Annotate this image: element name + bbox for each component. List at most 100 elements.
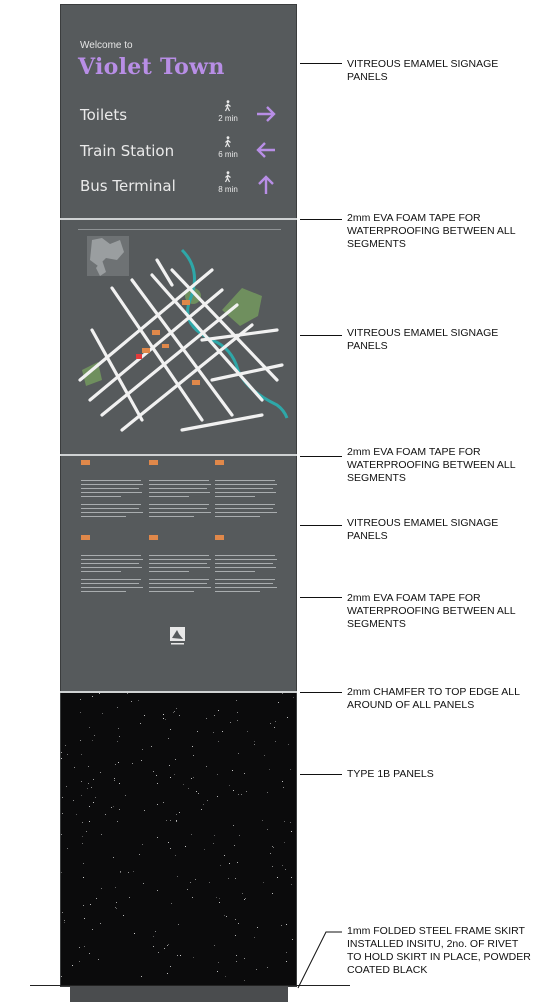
granite-speck — [139, 854, 140, 855]
granite-speck — [193, 777, 194, 778]
granite-speck — [83, 863, 84, 864]
granite-speck — [229, 863, 230, 864]
granite-speck — [234, 845, 235, 846]
granite-speck — [281, 925, 282, 926]
granite-speck — [101, 834, 102, 835]
granite-speck — [256, 969, 257, 970]
granite-speck — [170, 848, 171, 849]
notice-text-line — [149, 587, 211, 588]
granite-speck — [214, 945, 215, 946]
notice-text-line — [149, 591, 194, 592]
granite-speck — [86, 831, 87, 832]
town-name: Violet Town — [78, 54, 225, 80]
granite-speck — [133, 871, 134, 872]
notice-text-line — [215, 508, 273, 509]
granite-speck — [201, 809, 202, 810]
granite-speck — [246, 791, 247, 792]
panel-joint — [60, 218, 297, 220]
granite-speck — [225, 976, 226, 977]
granite-speck — [270, 853, 271, 854]
granite-speck — [88, 766, 89, 767]
granite-speck — [235, 919, 236, 920]
granite-speck — [113, 857, 114, 858]
walking-person-icon — [224, 171, 231, 183]
granite-speck — [257, 927, 258, 928]
notice-tag — [215, 535, 224, 540]
granite-speck — [79, 961, 80, 962]
notice-text-line — [149, 579, 209, 580]
destination-name: Toilets — [80, 106, 128, 124]
granite-speck — [170, 729, 171, 730]
granite-speck — [61, 872, 62, 873]
granite-speck — [219, 898, 220, 899]
steel-skirt — [70, 985, 288, 1002]
granite-speck — [187, 889, 188, 890]
granite-speck — [116, 902, 117, 903]
granite-speck — [116, 908, 117, 909]
granite-speck — [185, 846, 186, 847]
notice-text-line — [81, 555, 141, 556]
walk-time: 8 min — [218, 185, 238, 194]
granite-speck — [101, 888, 102, 889]
granite-speck — [244, 980, 245, 981]
notice-block — [149, 535, 219, 592]
granite-speck — [188, 788, 189, 789]
notice-text-line — [149, 488, 207, 489]
granite-speck — [236, 955, 237, 956]
granite-speck — [129, 897, 130, 898]
granite-speck — [88, 783, 89, 784]
granite-speck — [113, 806, 114, 807]
granite-speck — [291, 877, 292, 878]
granite-speck — [67, 754, 68, 755]
notice-text-line — [81, 480, 141, 481]
annotation-enamel-panels: VITREOUS EMAMEL SIGNAGE PANELS — [347, 327, 499, 352]
granite-speck — [170, 966, 171, 967]
notice-text-line — [215, 563, 273, 564]
granite-speck — [134, 933, 135, 934]
granite-speck — [229, 785, 230, 786]
granite-speck — [157, 804, 158, 805]
granite-speck — [90, 904, 91, 905]
granite-speck — [233, 790, 234, 791]
granite-speck — [91, 787, 92, 788]
granite-speck — [236, 961, 237, 962]
granite-speck — [175, 855, 176, 856]
notice-text-line — [215, 555, 275, 556]
granite-speck — [275, 721, 276, 722]
walk-time: 2 min — [218, 114, 238, 123]
granite-speck — [142, 749, 143, 750]
granite-speck — [115, 764, 116, 765]
granite-speck — [132, 763, 133, 764]
notice-text-line — [149, 496, 189, 497]
granite-speck — [171, 903, 172, 904]
notice-text-line — [215, 480, 275, 481]
granite-speck — [89, 727, 90, 728]
granite-speck — [80, 712, 81, 713]
granite-speck — [218, 962, 219, 963]
destination-name: Train Station — [80, 142, 175, 160]
granite-speck — [61, 758, 62, 759]
granite-speck — [96, 898, 97, 899]
granite-speck — [178, 924, 179, 925]
leader-line — [300, 219, 342, 220]
granite-speck — [242, 893, 243, 894]
granite-speck — [254, 741, 255, 742]
granite-speck — [119, 809, 120, 810]
notice-text-line — [81, 587, 143, 588]
granite-speck — [153, 936, 154, 937]
granite-speck — [206, 718, 207, 719]
granite-speck — [177, 955, 178, 956]
granite-speck — [237, 862, 238, 863]
granite-speck — [286, 952, 287, 953]
granite-speck — [226, 916, 227, 917]
granite-speck — [167, 973, 168, 974]
granite-speck — [81, 795, 82, 796]
granite-speck — [99, 693, 100, 694]
notice-text-line — [149, 504, 209, 505]
granite-speck — [119, 736, 120, 737]
notice-text-line — [215, 488, 273, 489]
granite-speck — [62, 912, 63, 913]
granite-speck — [176, 708, 177, 709]
granite-speck — [153, 946, 154, 947]
notice-text-line — [215, 587, 277, 588]
